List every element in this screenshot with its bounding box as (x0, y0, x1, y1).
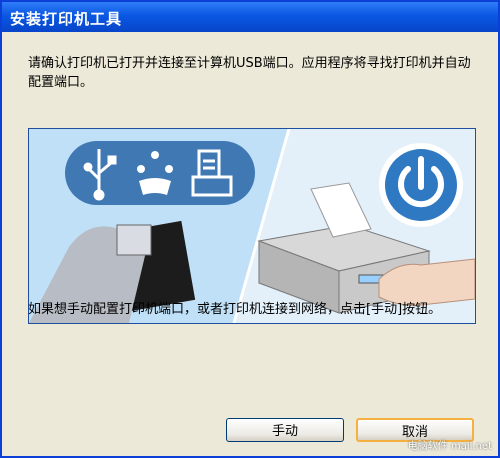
dialog-content: 请确认打印机已打开并连接至计算机USB端口。应用程序将寻找打印机并自动配置端口。 (2, 32, 498, 456)
manual-hint-text: 如果想手动配置打印机端口，或者打印机连接到网络，点击[手动]按钮。 (28, 302, 442, 317)
connection-illustration (28, 128, 476, 324)
manual-button[interactable]: 手动 (226, 418, 344, 442)
title-bar[interactable]: 安装打印机工具 (2, 2, 498, 32)
illustration-graphic (29, 129, 475, 323)
watermark-text: 电脑软件 mail.net (407, 441, 492, 452)
usb-plug (116, 224, 152, 256)
window-title: 安装打印机工具 (10, 10, 123, 28)
power-icon (379, 143, 463, 227)
instruction-text: 请确认打印机已打开并连接至计算机USB端口。应用程序将寻找打印机并自动配置端口。 (28, 56, 471, 90)
dialog-window: 安装打印机工具 请确认打印机已打开并连接至计算机USB端口。应用程序将寻找打印机… (0, 0, 500, 458)
